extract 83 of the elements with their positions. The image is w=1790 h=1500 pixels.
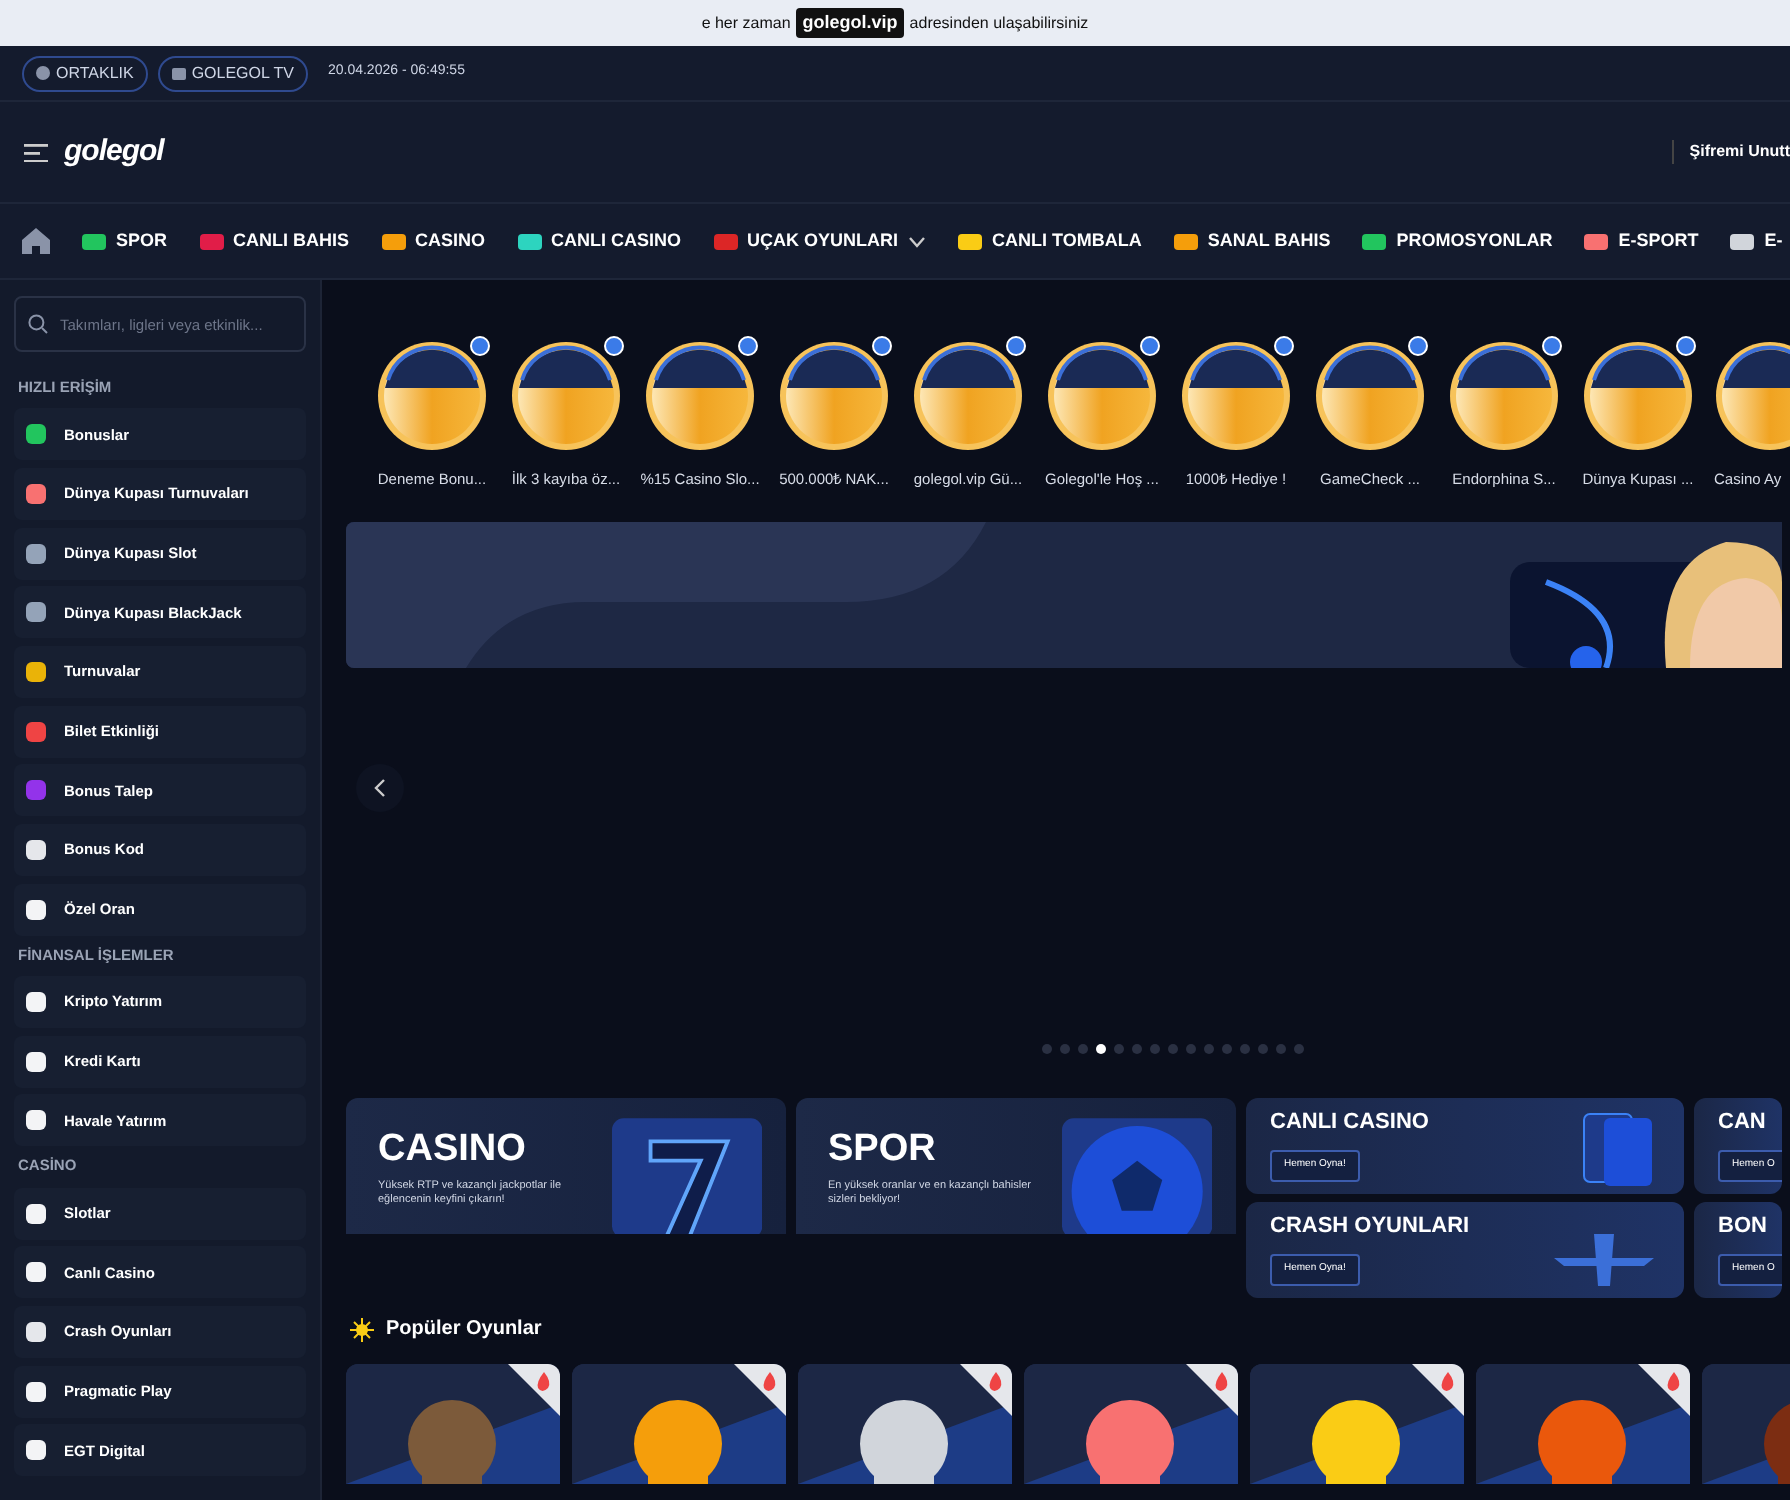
- chevron-left-icon: [374, 778, 386, 799]
- item-icon: [26, 1262, 46, 1283]
- category-icon: [1173, 231, 1198, 251]
- carousel-dot[interactable]: [1221, 1044, 1231, 1055]
- item-icon: [26, 840, 46, 861]
- item-icon: [26, 899, 46, 920]
- carousel-dot[interactable]: [1167, 1044, 1177, 1055]
- fire-icon: [734, 1364, 786, 1417]
- home-link[interactable]: [22, 228, 50, 254]
- pill-button[interactable]: GOLEGOL TV: [157, 55, 308, 91]
- category-icon: [958, 231, 983, 251]
- item-icon: [26, 1203, 46, 1224]
- section-heading: Popüler Oyunlar: [386, 1316, 542, 1345]
- carousel-dot[interactable]: [1059, 1044, 1069, 1055]
- item-icon: [26, 1440, 46, 1461]
- category-icon: [1730, 231, 1755, 251]
- nav-link[interactable]: CANLI TOMBALA: [958, 227, 1142, 255]
- item-icon: [26, 1051, 46, 1072]
- nav-link[interactable]: CASINO: [381, 227, 486, 255]
- item-icon: [26, 992, 46, 1012]
- coin-icon: [36, 66, 50, 80]
- promo-title: SPOR: [828, 1128, 938, 1175]
- previous-button[interactable]: [356, 764, 404, 813]
- pill-button[interactable]: ORTAKLIK: [22, 55, 148, 91]
- nav-link[interactable]: E-SPORT: [1584, 227, 1699, 255]
- carousel-dot[interactable]: [1149, 1044, 1159, 1055]
- notice-text: e her zaman: [701, 11, 791, 35]
- item-icon: [26, 780, 46, 801]
- fire-icon: [1186, 1364, 1238, 1417]
- nav-link[interactable]: SPOR: [82, 227, 168, 255]
- promo-title: BON: [1718, 1214, 1769, 1241]
- search-icon: [28, 314, 48, 334]
- carousel-dot[interactable]: [1131, 1044, 1141, 1055]
- carousel-dot[interactable]: [1185, 1044, 1195, 1055]
- promo-title: CAN: [1718, 1110, 1768, 1137]
- carousel-dot[interactable]: [1257, 1044, 1267, 1055]
- promo-title: CRASH OYUNLARI: [1270, 1214, 1470, 1241]
- carousel-dot[interactable]: [1275, 1044, 1285, 1055]
- nav-link[interactable]: CANLI CASINO: [517, 227, 682, 255]
- category-icon: [381, 231, 406, 251]
- nav-link[interactable]: UÇAK OYUNLARI: [713, 227, 927, 255]
- sun-icon: [350, 1317, 374, 1342]
- menu-button[interactable]: [24, 143, 48, 161]
- carousel-dot[interactable]: [1041, 1044, 1051, 1055]
- notice-text: adresinden ulaşabilirsiniz: [909, 11, 1089, 35]
- carousel-dot[interactable]: [1293, 1044, 1303, 1055]
- item-icon: [26, 602, 46, 623]
- item-icon: [26, 424, 46, 445]
- fire-icon: [960, 1364, 1012, 1417]
- promo-title: CANLI CASINO: [1270, 1110, 1429, 1137]
- promo-title: CASINO: [378, 1128, 528, 1175]
- carousel-dot[interactable]: [1095, 1044, 1105, 1055]
- category-icon: [82, 231, 106, 251]
- category-icon: [713, 231, 738, 251]
- fire-icon: [1412, 1364, 1464, 1417]
- category-icon: [1362, 231, 1387, 251]
- item-icon: [26, 483, 46, 504]
- category-icon: [199, 231, 224, 251]
- category-icon: [517, 231, 542, 251]
- chevron-icon: [908, 235, 927, 247]
- item-icon: [26, 721, 46, 742]
- item-icon: [26, 543, 46, 564]
- nav-link[interactable]: PROMOSYONLAR: [1362, 227, 1553, 255]
- menu-icon: [24, 143, 48, 161]
- home-icon: [22, 228, 50, 254]
- item-icon: [26, 1322, 46, 1342]
- item-icon: [26, 1110, 46, 1131]
- category-icon: [1584, 231, 1609, 251]
- forgot-password-link[interactable]: Şifremi Unutt: [1671, 140, 1790, 164]
- logo[interactable]: golegol: [64, 129, 164, 175]
- nav-link[interactable]: E-: [1730, 227, 1783, 255]
- fire-icon: [508, 1364, 560, 1417]
- item-icon: [26, 1381, 46, 1402]
- tv-icon: [171, 66, 186, 80]
- fire-icon: [1638, 1364, 1690, 1417]
- domain-label: golegol.vip: [796, 7, 904, 39]
- carousel-dot[interactable]: [1203, 1044, 1213, 1055]
- carousel-dot[interactable]: [1239, 1044, 1249, 1055]
- nav-link[interactable]: SANAL BAHIS: [1173, 227, 1331, 255]
- carousel-dot[interactable]: [1113, 1044, 1123, 1055]
- item-icon: [26, 662, 46, 682]
- carousel-dot[interactable]: [1077, 1044, 1087, 1055]
- nav-link[interactable]: CANLI BAHIS: [199, 227, 350, 255]
